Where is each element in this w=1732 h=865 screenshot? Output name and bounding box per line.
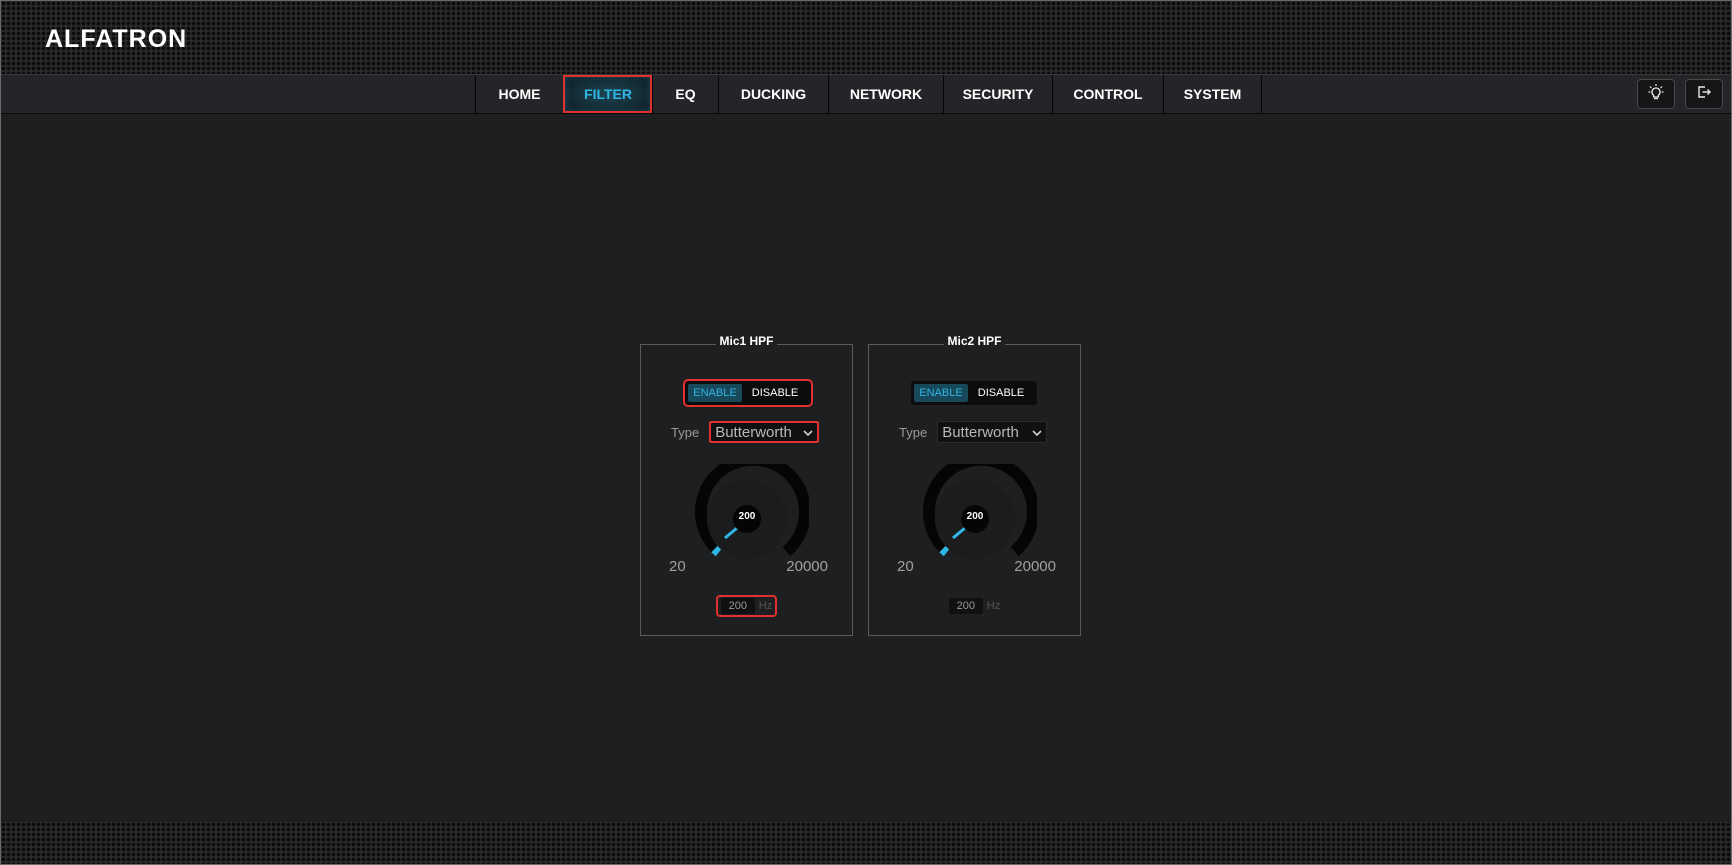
- frequency-knob[interactable]: 200: [685, 453, 811, 564]
- theme-toggle-button[interactable]: [1637, 79, 1675, 109]
- filter-type-select[interactable]: Butterworth: [709, 421, 820, 443]
- frequency-unit: Hz: [758, 600, 773, 612]
- enable-button[interactable]: ENABLE: [914, 384, 968, 402]
- tab-security[interactable]: SECURITY: [943, 75, 1052, 113]
- frequency-knob[interactable]: 200: [913, 453, 1039, 564]
- disable-button[interactable]: DISABLE: [968, 384, 1034, 402]
- range-max-label: 20000: [1014, 558, 1056, 575]
- knob-value: 200: [966, 511, 984, 522]
- tab-ducking[interactable]: DUCKING: [718, 75, 828, 113]
- frequency-input[interactable]: 200: [948, 598, 983, 614]
- frequency-input[interactable]: 200: [720, 598, 755, 614]
- main-nav: HOME FILTER EQ DUCKING NETWORK SECURITY …: [1, 74, 1731, 114]
- mic1-hpf-panel: Mic1 HPF ENABLE DISABLE Type Butterworth: [640, 334, 853, 636]
- frequency-field: 200 Hz: [946, 597, 1003, 615]
- tab-filter[interactable]: FILTER: [563, 75, 652, 113]
- lightbulb-icon: [1647, 83, 1665, 106]
- footer-bar: [1, 822, 1731, 864]
- tab-network[interactable]: NETWORK: [828, 75, 943, 113]
- type-label: Type: [899, 424, 928, 440]
- enable-disable-toggle: ENABLE DISABLE: [683, 379, 813, 407]
- filter-type-value: Butterworth: [715, 423, 792, 441]
- knob-value: 200: [738, 511, 756, 522]
- header-bar: ALFATRON: [1, 1, 1731, 74]
- type-row: Type Butterworth: [671, 421, 820, 443]
- mic2-hpf-panel: Mic2 HPF ENABLE DISABLE Type Butterworth: [868, 334, 1081, 636]
- panel-title: Mic1 HPF: [716, 334, 777, 348]
- tab-control[interactable]: CONTROL: [1052, 75, 1163, 113]
- chevron-down-icon: [803, 424, 813, 441]
- frequency-unit: Hz: [986, 600, 1001, 612]
- panel-title: Mic2 HPF: [944, 334, 1005, 348]
- type-row: Type Butterworth: [899, 421, 1048, 443]
- enable-disable-toggle: ENABLE DISABLE: [911, 381, 1037, 405]
- range-min-label: 20: [897, 558, 914, 575]
- tab-home[interactable]: HOME: [475, 75, 563, 113]
- chevron-down-icon: [1032, 424, 1042, 441]
- disable-button[interactable]: DISABLE: [742, 384, 808, 402]
- logout-button[interactable]: [1685, 79, 1723, 109]
- tab-eq[interactable]: EQ: [652, 75, 718, 113]
- enable-button[interactable]: ENABLE: [688, 384, 742, 402]
- filter-type-select[interactable]: Butterworth: [937, 421, 1048, 443]
- range-max-label: 20000: [786, 558, 828, 575]
- app-window: ALFATRON HOME FILTER EQ DUCKING NETWORK …: [0, 0, 1732, 865]
- range-min-label: 20: [669, 558, 686, 575]
- tab-system[interactable]: SYSTEM: [1163, 75, 1262, 113]
- nav-tabs: HOME FILTER EQ DUCKING NETWORK SECURITY …: [475, 75, 1262, 113]
- frequency-field: 200 Hz: [715, 595, 778, 617]
- logout-icon: [1696, 84, 1712, 105]
- filter-type-value: Butterworth: [942, 423, 1019, 441]
- brand-logo: ALFATRON: [45, 25, 188, 53]
- type-label: Type: [671, 424, 700, 440]
